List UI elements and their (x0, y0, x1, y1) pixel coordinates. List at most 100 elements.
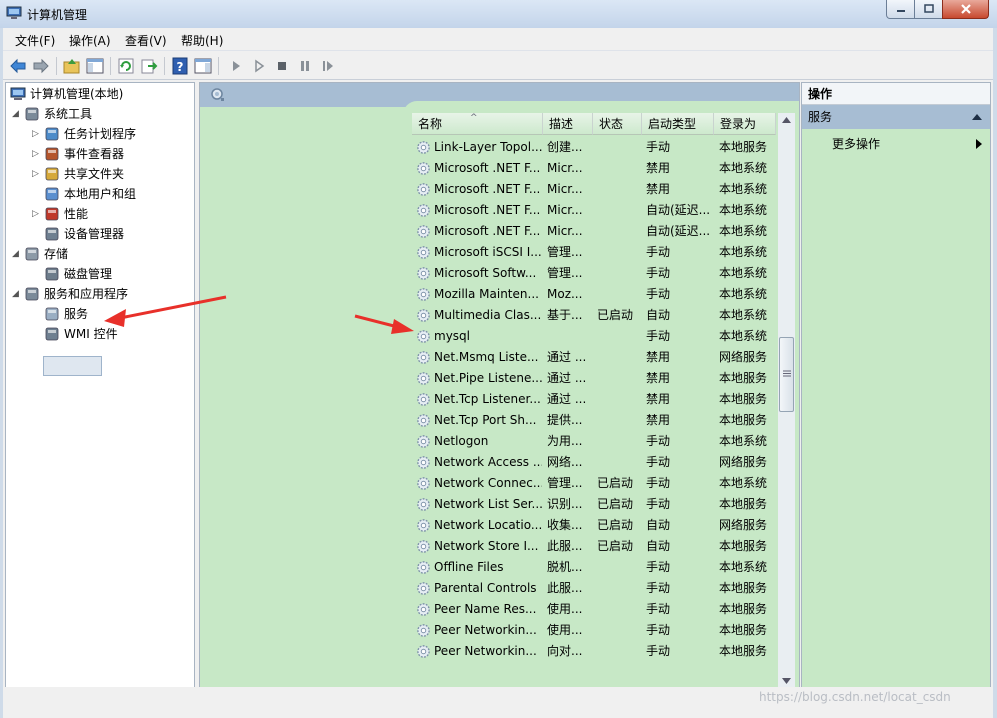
service-logon-as: 本地服务 (719, 371, 768, 385)
table-row[interactable]: Peer Networkin... 使用... 手动 本地服务 (412, 620, 776, 641)
action-pane-icon (194, 58, 212, 74)
table-row[interactable]: Net.Msmq Liste... 通过 ... 禁用 网络服务 (412, 347, 776, 368)
menu-view[interactable]: 查看(V) (125, 32, 167, 49)
maximize-icon (923, 4, 934, 13)
table-row[interactable]: Microsoft .NET F... Micr... 禁用 本地系统 (412, 179, 776, 200)
expanded-arrow-icon[interactable]: ◢ (12, 285, 22, 303)
table-row[interactable]: Network Connec... 管理... 已启动 手动 本地系统 (412, 473, 776, 494)
more-actions-item[interactable]: 更多操作 (832, 135, 880, 152)
scroll-up-icon[interactable] (782, 117, 791, 123)
table-row[interactable]: Peer Networkin... 向对... 手动 本地服务 (412, 641, 776, 662)
table-row[interactable]: Network Locatio... 收集... 已启动 自动 网络服务 (412, 515, 776, 536)
up-level-button[interactable] (62, 56, 82, 76)
menu-file[interactable]: 文件(F) (15, 32, 55, 49)
table-row[interactable]: Peer Name Res... 使用... 手动 本地服务 (412, 599, 776, 620)
menu-help[interactable]: 帮助(H) (181, 32, 223, 49)
show-hide-action-pane-button[interactable] (193, 56, 213, 76)
table-row[interactable]: Network List Ser... 识别... 已启动 手动 本地服务 (412, 494, 776, 515)
services-pane: 名称 ^ 描述 状态 启动类型 登录为 Link-Layer Topol... 创… (199, 82, 800, 713)
start-service-alt-button[interactable] (249, 56, 269, 76)
service-name: Link-Layer Topol... (434, 140, 542, 154)
service-name: Net.Msmq Liste... (434, 350, 539, 364)
table-row[interactable]: Microsoft .NET F... Micr... 自动(延迟... 本地系统 (412, 221, 776, 242)
table-row[interactable]: mysql 手动 本地系统 (412, 326, 776, 347)
tree-item-label: 设备管理器 (64, 227, 125, 241)
service-gear-icon (417, 330, 430, 343)
service-description: 通过 ... (547, 392, 587, 406)
service-logon-as: 本地系统 (719, 329, 768, 343)
collapsed-arrow-icon[interactable]: ▷ (32, 165, 42, 183)
table-row[interactable]: Netlogon 为用... 手动 本地系统 (412, 431, 776, 452)
expanded-arrow-icon[interactable]: ◢ (12, 105, 22, 123)
table-row[interactable]: Link-Layer Topol... 创建... 手动 本地服务 (412, 137, 776, 158)
tree-item-label: 事件查看器 (64, 147, 125, 161)
table-row[interactable]: Microsoft Softw... 管理... 手动 本地系统 (412, 263, 776, 284)
table-row[interactable]: Multimedia Clas... 基于... 已启动 自动 本地系统 (412, 305, 776, 326)
service-name: mysql (434, 329, 470, 343)
close-button[interactable] (942, 0, 989, 19)
table-row[interactable]: Network Store I... 此服... 已启动 自动 本地服务 (412, 536, 776, 557)
forward-button[interactable] (31, 56, 51, 76)
folder-up-icon (63, 59, 80, 74)
service-description: 管理... (547, 476, 583, 490)
service-startup-type: 手动 (646, 329, 671, 343)
column-header-name[interactable]: 名称 ^ (412, 113, 543, 135)
table-row[interactable]: Mozilla Mainten... Moz... 手动 本地系统 (412, 284, 776, 305)
service-status: 已启动 (597, 476, 634, 490)
service-description: Moz... (547, 287, 583, 301)
menu-action[interactable]: 操作(A) (69, 32, 111, 49)
collapsed-arrow-icon[interactable]: ▷ (32, 205, 42, 223)
table-row[interactable]: Microsoft .NET F... Micr... 禁用 本地系统 (412, 158, 776, 179)
table-row[interactable]: Net.Tcp Listener... 通过 ... 禁用 本地服务 (412, 389, 776, 410)
refresh-icon (118, 58, 134, 74)
collapsed-arrow-icon[interactable]: ▷ (32, 125, 42, 143)
collapse-up-icon[interactable] (972, 114, 982, 120)
service-startup-type: 手动 (646, 602, 671, 616)
stop-service-button[interactable] (272, 56, 292, 76)
collapsed-arrow-icon[interactable]: ▷ (32, 145, 42, 163)
users-icon (45, 187, 59, 201)
table-row[interactable]: Offline Files 脱机... 手动 本地系统 (412, 557, 776, 578)
action-section-services[interactable]: 服务 (802, 105, 990, 129)
table-row[interactable]: Net.Tcp Port Sh... 提供... 禁用 本地服务 (412, 410, 776, 431)
table-row[interactable]: Microsoft iSCSI I... 管理... 手动 本地系统 (412, 242, 776, 263)
service-gear-icon (417, 477, 430, 490)
show-hide-tree-button[interactable] (85, 56, 105, 76)
restart-service-button[interactable] (318, 56, 338, 76)
start-service-button[interactable] (226, 56, 246, 76)
column-header-startup-type[interactable]: 启动类型 (642, 113, 714, 135)
window-title: 计算机管理 (27, 8, 88, 22)
table-row[interactable]: Network Access ... 网络... 手动 网络服务 (412, 452, 776, 473)
service-status: 已启动 (597, 518, 634, 532)
table-row[interactable]: Microsoft .NET F... Micr... 自动(延迟... 本地系统 (412, 200, 776, 221)
service-gear-icon (417, 162, 430, 175)
refresh-button[interactable] (116, 56, 136, 76)
expanded-arrow-icon[interactable]: ◢ (12, 245, 22, 263)
export-list-button[interactable] (139, 56, 159, 76)
column-header-description[interactable]: 描述 (543, 113, 593, 135)
tree-item-label: 性能 (64, 207, 89, 221)
service-description: 提供... (547, 413, 583, 427)
service-name: Net.Tcp Listener... (434, 392, 541, 406)
table-row[interactable]: Parental Controls 此服... 手动 本地服务 (412, 578, 776, 599)
service-logon-as: 本地服务 (719, 602, 768, 616)
play-icon (233, 61, 240, 71)
column-header-status[interactable]: 状态 (593, 113, 642, 135)
service-description: Micr... (547, 182, 583, 196)
back-button[interactable] (8, 56, 28, 76)
column-header-logon-as[interactable]: 登录为 (714, 113, 776, 135)
help-button[interactable]: ? (170, 56, 190, 76)
services-vertical-scrollbar[interactable] (778, 113, 795, 688)
table-row[interactable]: Net.Pipe Listene... 通过 ... 禁用 本地服务 (412, 368, 776, 389)
play-outline-icon (255, 59, 265, 73)
service-startup-type: 手动 (646, 434, 671, 448)
pause-service-button[interactable] (295, 56, 315, 76)
scroll-down-icon[interactable] (782, 678, 791, 684)
scrollbar-thumb[interactable] (779, 337, 794, 412)
service-name: Network Access ... (434, 455, 542, 469)
minimize-button[interactable] (886, 0, 915, 19)
service-gear-icon (417, 372, 430, 385)
tree-item-label: 本地用户和组 (64, 187, 137, 201)
maximize-button[interactable] (914, 0, 943, 19)
service-description: 通过 ... (547, 371, 587, 385)
